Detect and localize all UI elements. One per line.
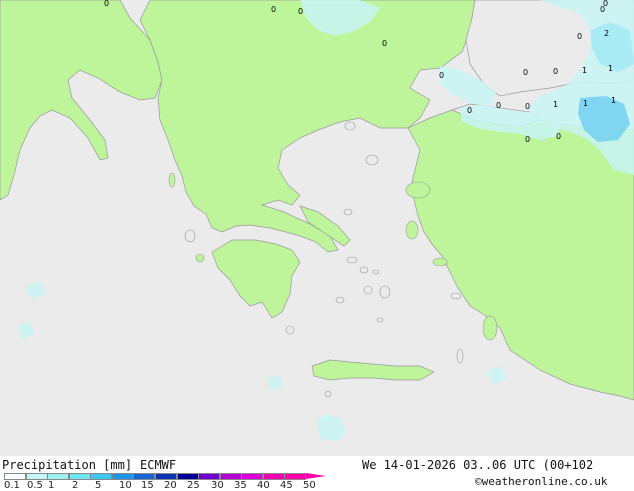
point-label: 1: [553, 100, 559, 109]
island-thasos: [344, 121, 356, 131]
island-tinos: [359, 266, 369, 274]
legend-footer: Precipitation [mm] ECMWF We 14-01-2026 0…: [0, 456, 634, 491]
scale-segment: [262, 473, 285, 480]
scale-segment: [4, 473, 27, 480]
point-label: 0: [298, 7, 304, 16]
scale-label: 45: [280, 480, 293, 491]
scale-label: 15: [141, 480, 154, 491]
point-label: 0: [553, 67, 559, 76]
island-mykonos: [372, 269, 380, 275]
scale-segment: [47, 473, 70, 480]
point-label: 0: [577, 32, 583, 41]
island-chios: [405, 220, 419, 240]
scale-segment: [133, 473, 156, 480]
point-label: 0: [600, 5, 606, 14]
island-rhodes: [482, 315, 498, 341]
point-label: 2: [604, 29, 610, 38]
scale-label: 40: [257, 480, 270, 491]
credit-link[interactable]: ©weatheronline.co.uk: [475, 475, 607, 488]
point-label: 0: [496, 101, 502, 110]
scale-segment: [176, 473, 199, 480]
map-area: 0 0 0 0 0 0 0 1 0 0 0 2 1 0 0 1 1 0 0 0 …: [0, 0, 634, 456]
island-limnos: [365, 154, 379, 166]
point-label: 0: [525, 135, 531, 144]
scale-label: 25: [187, 480, 200, 491]
scale-label: 35: [234, 480, 247, 491]
island-kos: [450, 292, 462, 300]
island-corfu: [168, 172, 176, 188]
island-kefalonia: [184, 229, 196, 243]
scale-segment: [284, 473, 307, 480]
scale-arrow: [306, 473, 326, 479]
point-label: 0: [523, 68, 529, 77]
scale-label: 0.5: [27, 480, 43, 491]
scale-segment: [68, 473, 91, 480]
island-kythira: [285, 325, 295, 335]
point-label: 1: [582, 66, 588, 75]
scale-label: 0.1: [4, 480, 20, 491]
point-label: 0: [439, 71, 445, 80]
scale-label: 5: [95, 480, 102, 491]
island-paros: [363, 285, 373, 295]
point-label: 1: [611, 96, 617, 105]
island-samos: [432, 257, 448, 267]
scale-segment: [198, 473, 221, 480]
island-skyros: [343, 208, 353, 216]
island-andros: [346, 256, 358, 264]
precip-crete-west-patch: [268, 376, 282, 390]
scale-label: 20: [164, 480, 177, 491]
island-santorini: [376, 317, 384, 323]
scale-label: 30: [211, 480, 224, 491]
island-karpathos: [456, 348, 464, 364]
point-label: 1: [583, 99, 589, 108]
model-name: ECMWF: [140, 458, 177, 472]
point-label: 0: [556, 132, 562, 141]
scale-segment: [219, 473, 242, 480]
point-label: 1: [608, 64, 614, 73]
scale-segment: [25, 473, 48, 480]
island-zakynthos: [195, 253, 205, 263]
point-label: 0: [271, 5, 277, 14]
scale-segment: [111, 473, 134, 480]
island-gavdos: [324, 390, 332, 398]
map-canvas: [0, 0, 634, 456]
scale-segment: [241, 473, 264, 480]
scale-label: 10: [119, 480, 132, 491]
valid-time: We 14-01-2026 03..06 UTC (00+102: [362, 458, 594, 472]
scale-segment: [155, 473, 178, 480]
point-label: 0: [525, 102, 531, 111]
scale-label: 50: [303, 480, 316, 491]
scale-label: 2: [72, 480, 79, 491]
island-naxos: [379, 285, 391, 299]
point-label: 0: [104, 0, 110, 8]
scale-segment: [90, 473, 113, 480]
island-milos: [335, 296, 345, 304]
legend-title: Precipitation [mm]: [2, 458, 133, 472]
scale-label: 1: [48, 480, 55, 491]
point-label: 0: [382, 39, 388, 48]
island-lesbos: [405, 181, 431, 199]
point-label: 0: [467, 106, 473, 115]
